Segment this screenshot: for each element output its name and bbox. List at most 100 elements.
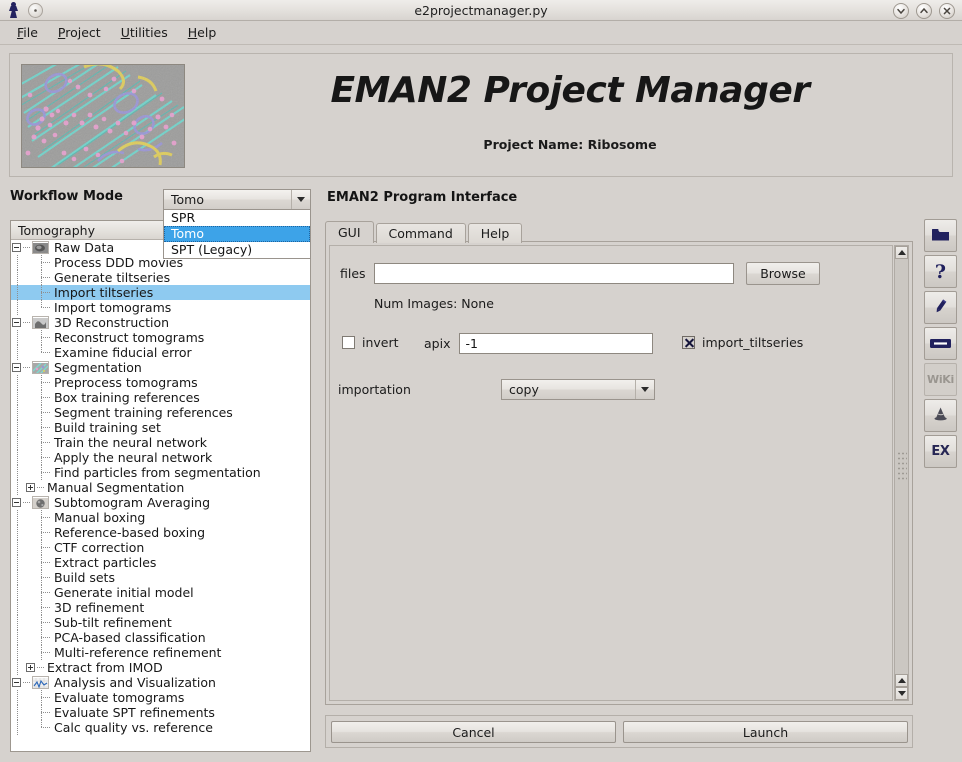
menu-utilities-rest: tilities bbox=[130, 25, 168, 40]
tree-item-segmentation[interactable]: Segmentation bbox=[11, 360, 310, 375]
program-interface-title: EMAN2 Program Interface bbox=[327, 190, 517, 205]
workflow-mode-dropdown[interactable]: SPR Tomo SPT (Legacy) bbox=[163, 209, 311, 259]
tree-branch-line bbox=[37, 630, 53, 645]
tree-item-apply-the-neural-network[interactable]: Apply the neural network bbox=[11, 450, 310, 465]
close-button[interactable] bbox=[939, 3, 955, 19]
files-row: files Browse bbox=[340, 262, 820, 285]
import-tiltseries-row: import_tiltseries bbox=[682, 335, 803, 350]
tab-command[interactable]: Command bbox=[376, 223, 466, 243]
tree-item-build-training-set[interactable]: Build training set bbox=[11, 420, 310, 435]
tree-item-3d-reconstruction[interactable]: 3D Reconstruction bbox=[11, 315, 310, 330]
wiki-button[interactable]: WiKi bbox=[924, 363, 957, 396]
tree-branch-line bbox=[37, 420, 53, 435]
tree-indent-guide bbox=[11, 720, 37, 735]
tree-item-train-the-neural-network[interactable]: Train the neural network bbox=[11, 435, 310, 450]
tree-item-find-particles-from-segmentation[interactable]: Find particles from segmentation bbox=[11, 465, 310, 480]
tree-item-evaluate-spt-refinements[interactable]: Evaluate SPT refinements bbox=[11, 705, 310, 720]
tree-branch-line bbox=[37, 510, 53, 525]
workflow-option-spr[interactable]: SPR bbox=[164, 210, 310, 226]
tree-indent-guide bbox=[11, 495, 23, 510]
tree-item-subtomogram-averaging[interactable]: Subtomogram Averaging bbox=[11, 495, 310, 510]
log-button[interactable] bbox=[924, 327, 957, 360]
invert-row: invert bbox=[342, 335, 399, 350]
splitter-handle[interactable] bbox=[896, 450, 907, 480]
workflow-mode-select[interactable]: Tomo bbox=[163, 189, 311, 210]
tree-item-box-training-references[interactable]: Box training references bbox=[11, 390, 310, 405]
tree-expand-icon[interactable] bbox=[26, 663, 35, 672]
tree-item-generate-initial-model[interactable]: Generate initial model bbox=[11, 585, 310, 600]
tree-item-label: Preprocess tomograms bbox=[53, 375, 198, 390]
tree-item-label: Multi-reference refinement bbox=[53, 645, 221, 660]
cancel-button[interactable]: Cancel bbox=[331, 721, 616, 743]
tree-item-sub-tilt-refinement[interactable]: Sub-tilt refinement bbox=[11, 615, 310, 630]
minimize-button[interactable] bbox=[893, 3, 909, 19]
tree-item-import-tiltseries[interactable]: Import tiltseries bbox=[11, 285, 310, 300]
scroll-up-arrow-bottom[interactable] bbox=[895, 674, 908, 687]
tree-collapse-icon[interactable] bbox=[12, 363, 21, 372]
tree-indent-guide bbox=[11, 600, 37, 615]
tree-item-calc-quality-vs-reference[interactable]: Calc quality vs. reference bbox=[11, 720, 310, 735]
tree-item-analysis-and-visualization[interactable]: Analysis and Visualization bbox=[11, 675, 310, 690]
tree-body[interactable]: Raw DataProcess DDD moviesGenerate tilts… bbox=[11, 240, 310, 751]
tree-indent-guide bbox=[11, 540, 37, 555]
tree-indent-guide bbox=[11, 285, 37, 300]
tree-indent-guide bbox=[11, 585, 37, 600]
tree-item-preprocess-tomograms[interactable]: Preprocess tomograms bbox=[11, 375, 310, 390]
tree-collapse-icon[interactable] bbox=[12, 318, 21, 327]
browse-folder-button[interactable] bbox=[924, 219, 957, 252]
tree-item-extract-from-imod[interactable]: Extract from IMOD bbox=[11, 660, 310, 675]
launch-button[interactable]: Launch bbox=[623, 721, 908, 743]
maximize-button[interactable] bbox=[916, 3, 932, 19]
tree-collapse-icon[interactable] bbox=[12, 498, 21, 507]
browse-button[interactable]: Browse bbox=[746, 262, 820, 285]
tree-item-3d-refinement[interactable]: 3D refinement bbox=[11, 600, 310, 615]
tree-collapse-icon[interactable] bbox=[12, 243, 21, 252]
tree-item-label: Manual Segmentation bbox=[46, 480, 184, 495]
menu-file[interactable]: File bbox=[8, 23, 47, 42]
tree-item-segment-training-references[interactable]: Segment training references bbox=[11, 405, 310, 420]
tree-item-label: Generate initial model bbox=[53, 585, 194, 600]
menu-utilities[interactable]: Utilities bbox=[112, 23, 177, 42]
tree-indent-guide bbox=[11, 630, 37, 645]
tree-expand-icon[interactable] bbox=[26, 483, 35, 492]
tree-item-manual-segmentation[interactable]: Manual Segmentation bbox=[11, 480, 310, 495]
tab-help[interactable]: Help bbox=[468, 223, 523, 243]
wizard-button[interactable] bbox=[924, 399, 957, 432]
chevron-down-icon bbox=[635, 380, 654, 399]
import-tiltseries-checkbox[interactable] bbox=[682, 336, 695, 349]
tree-item-label: 3D refinement bbox=[53, 600, 144, 615]
tab-gui[interactable]: GUI bbox=[325, 221, 374, 243]
apix-input[interactable] bbox=[459, 333, 653, 354]
tree-item-multi-reference-refinement[interactable]: Multi-reference refinement bbox=[11, 645, 310, 660]
side-toolbar: ? WiKi bbox=[924, 219, 958, 471]
tree-item-examine-fiducial-error[interactable]: Examine fiducial error bbox=[11, 345, 310, 360]
workflow-option-tomo[interactable]: Tomo bbox=[164, 226, 310, 242]
tree-collapse-icon[interactable] bbox=[12, 678, 21, 687]
tree-item-extract-particles[interactable]: Extract particles bbox=[11, 555, 310, 570]
tree-indent-guide bbox=[11, 705, 37, 720]
window-title: e2projectmanager.py bbox=[0, 0, 962, 21]
tree-item-manual-boxing[interactable]: Manual boxing bbox=[11, 510, 310, 525]
expert-button[interactable]: EX bbox=[924, 435, 957, 468]
workflow-mode-value: Tomo bbox=[164, 192, 291, 207]
importation-select[interactable]: copy bbox=[501, 379, 655, 400]
files-input[interactable] bbox=[374, 263, 734, 284]
menu-help[interactable]: Help bbox=[179, 23, 226, 42]
tree-item-ctf-correction[interactable]: CTF correction bbox=[11, 540, 310, 555]
tree-item-pca-based-classification[interactable]: PCA-based classification bbox=[11, 630, 310, 645]
tree-item-generate-tiltseries[interactable]: Generate tiltseries bbox=[11, 270, 310, 285]
tree-connector bbox=[23, 360, 32, 375]
notes-button[interactable] bbox=[924, 291, 957, 324]
tree-item-evaluate-tomograms[interactable]: Evaluate tomograms bbox=[11, 690, 310, 705]
workflow-option-spt-legacy[interactable]: SPT (Legacy) bbox=[164, 242, 310, 258]
tree-item-reference-based-boxing[interactable]: Reference-based boxing bbox=[11, 525, 310, 540]
invert-checkbox[interactable] bbox=[342, 336, 355, 349]
tree-item-reconstruct-tomograms[interactable]: Reconstruct tomograms bbox=[11, 330, 310, 345]
scroll-up-arrow-top[interactable] bbox=[895, 246, 908, 259]
scroll-down-arrow[interactable] bbox=[895, 687, 908, 700]
tree-item-import-tomograms[interactable]: Import tomograms bbox=[11, 300, 310, 315]
tree-item-build-sets[interactable]: Build sets bbox=[11, 570, 310, 585]
help-button[interactable]: ? bbox=[924, 255, 957, 288]
menu-project[interactable]: Project bbox=[49, 23, 110, 42]
menu-help-rest: elp bbox=[197, 25, 216, 40]
